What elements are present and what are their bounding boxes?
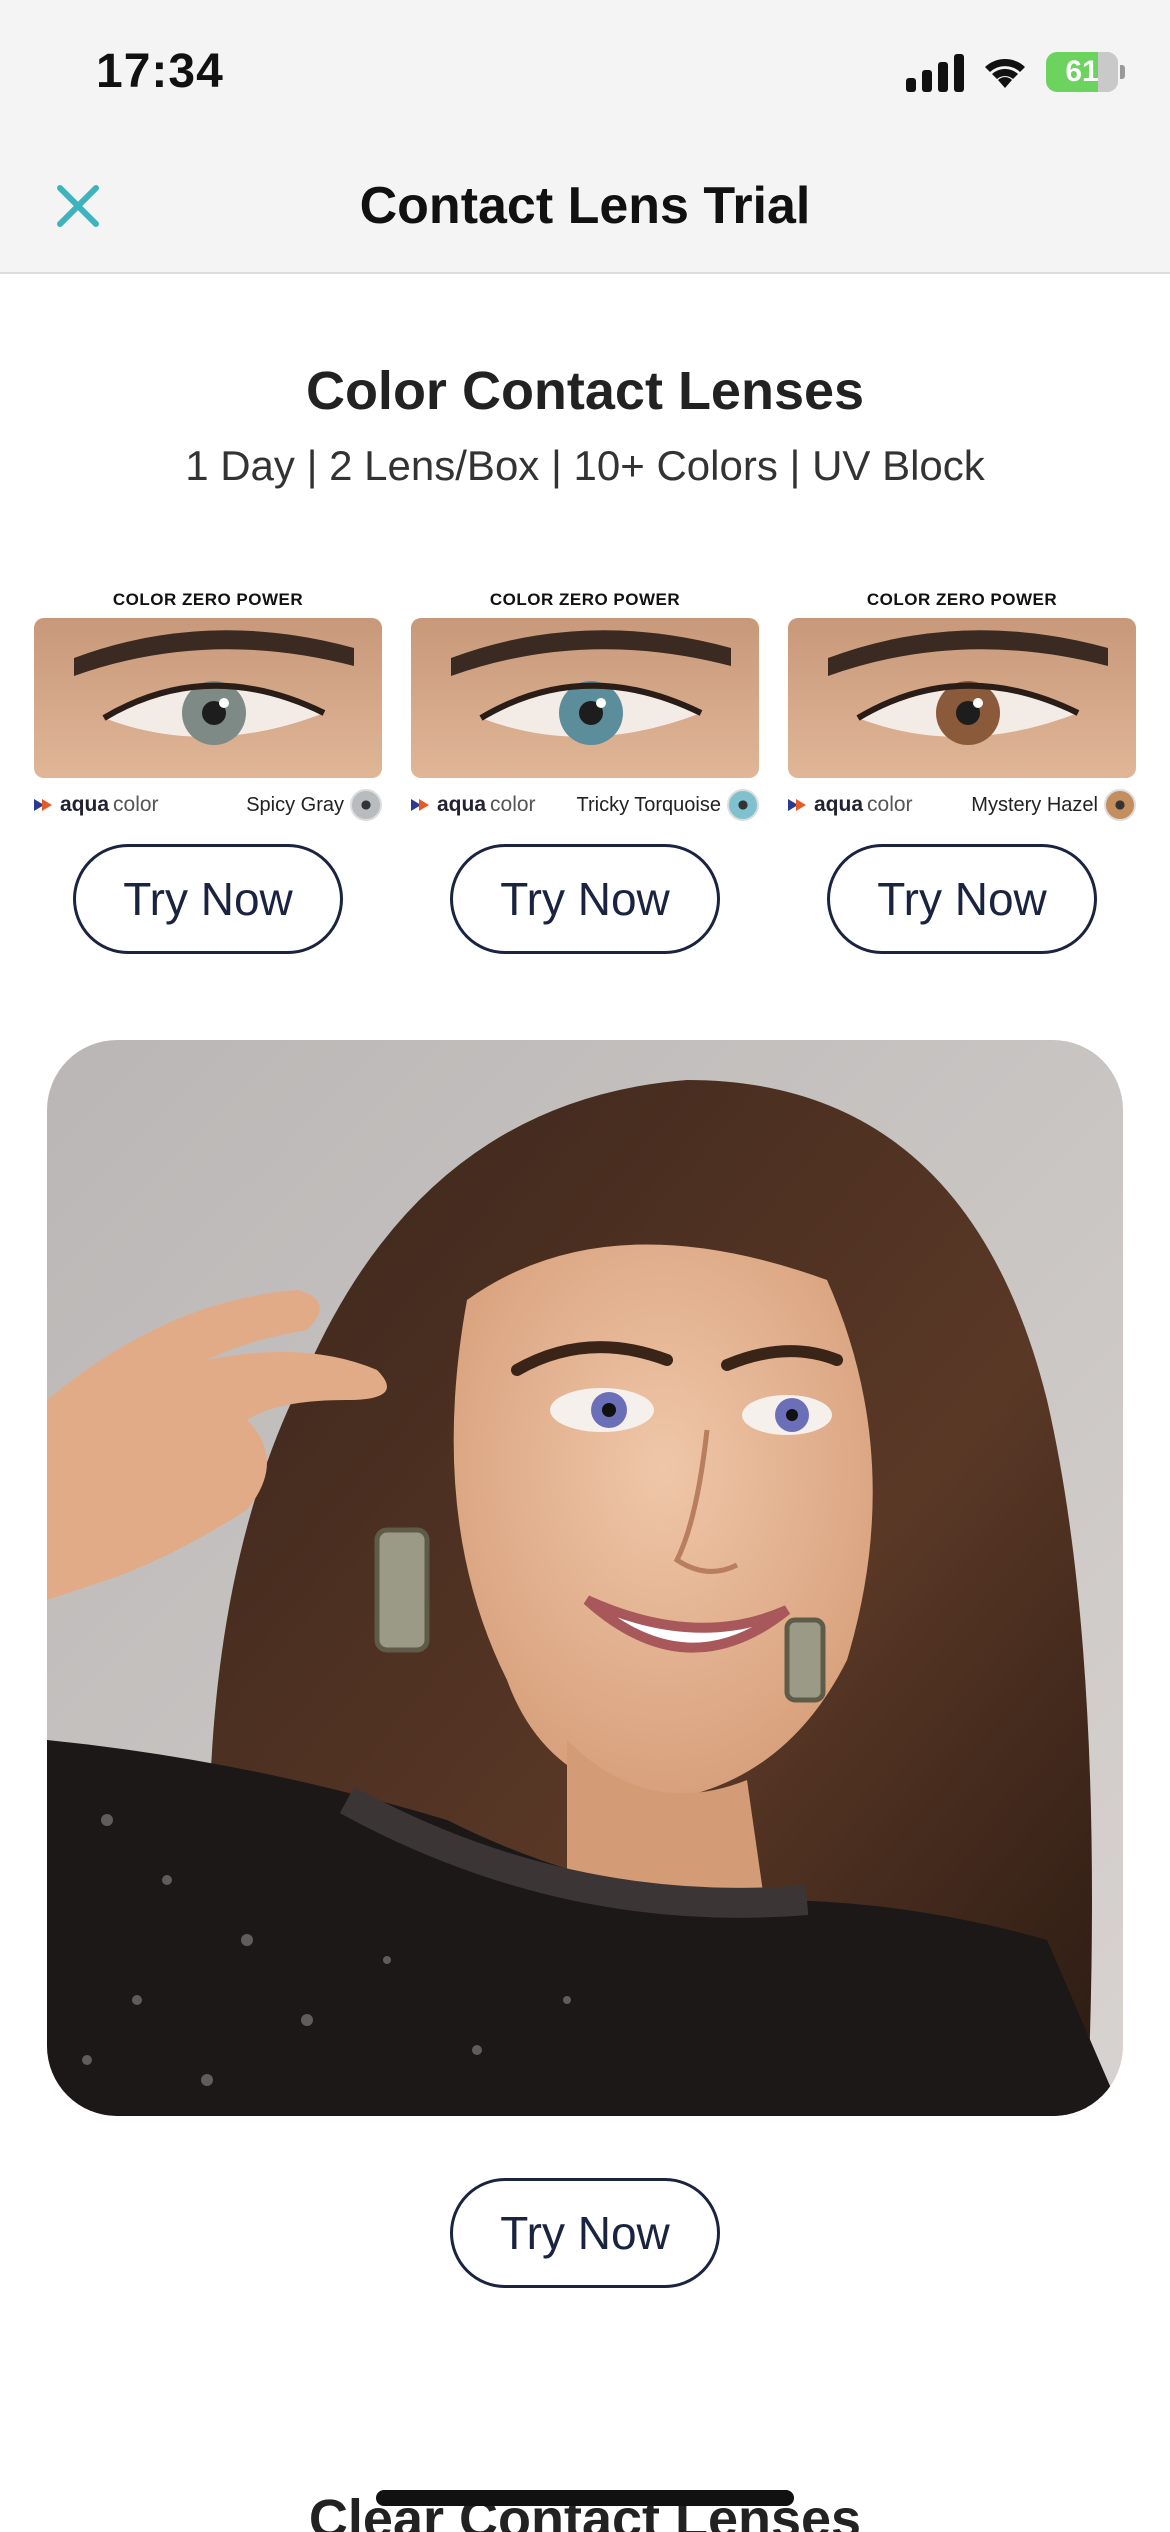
- try-now-button[interactable]: Try Now: [450, 844, 720, 954]
- shade-name: Tricky Torquoise: [576, 793, 722, 816]
- hero-banner-image[interactable]: [47, 1040, 1123, 2116]
- card-label: COLOR ZERO POWER: [489, 590, 681, 609]
- product-card-mystery-hazel[interactable]: COLOR ZERO POWER aqua color Mystery Hazel…: [788, 590, 1136, 954]
- try-now-button[interactable]: Try Now: [73, 844, 343, 954]
- brand-logo: aqua color: [34, 793, 159, 817]
- signal-icon: [906, 52, 964, 92]
- eye-photo: [788, 618, 1136, 778]
- product-cards: COLOR ZERO POWER aqua color Spicy Gray Tr…: [34, 590, 1136, 954]
- home-indicator[interactable]: [376, 2490, 794, 2506]
- status-time: 17:34: [96, 45, 224, 98]
- card-label: COLOR ZERO POWER: [112, 590, 304, 609]
- brand-logo: aqua color: [788, 793, 913, 817]
- hero-try-now-button[interactable]: Try Now: [450, 2178, 720, 2288]
- page-title: Contact Lens Trial: [359, 177, 811, 235]
- color-swatch: [350, 789, 382, 821]
- section-title: Color Contact Lenses: [305, 361, 865, 421]
- wifi-icon: [985, 59, 1025, 88]
- eye-photo: [411, 618, 759, 778]
- color-swatch: [727, 789, 759, 821]
- product-card-tricky-torquoise[interactable]: COLOR ZERO POWER aqua color Tricky Torquo…: [411, 590, 759, 954]
- product-card-spicy-gray[interactable]: COLOR ZERO POWER aqua color Spicy Gray Tr…: [34, 590, 382, 954]
- status-icons: 61: [906, 52, 1125, 92]
- brand-logo: aqua color: [411, 793, 536, 817]
- brand-mark-icon: [34, 799, 52, 811]
- battery-icon: 61: [1046, 52, 1125, 92]
- brand-mark-icon: [788, 799, 806, 811]
- eye-photo: [34, 618, 382, 778]
- top-bar: 17:34 61 Contact Lens Trial: [0, 0, 1170, 274]
- try-now-button[interactable]: Try Now: [827, 844, 1097, 954]
- color-swatch: [1104, 789, 1136, 821]
- section-subtitle: 1 Day | 2 Lens/Box | 10+ Colors | UV Blo…: [185, 442, 985, 489]
- card-label: COLOR ZERO POWER: [866, 590, 1058, 609]
- shade-name: Spicy Gray: [246, 793, 344, 816]
- brand-mark-icon: [411, 799, 429, 811]
- battery-level: 61: [1065, 55, 1099, 88]
- shade-name: Mystery Hazel: [971, 793, 1098, 816]
